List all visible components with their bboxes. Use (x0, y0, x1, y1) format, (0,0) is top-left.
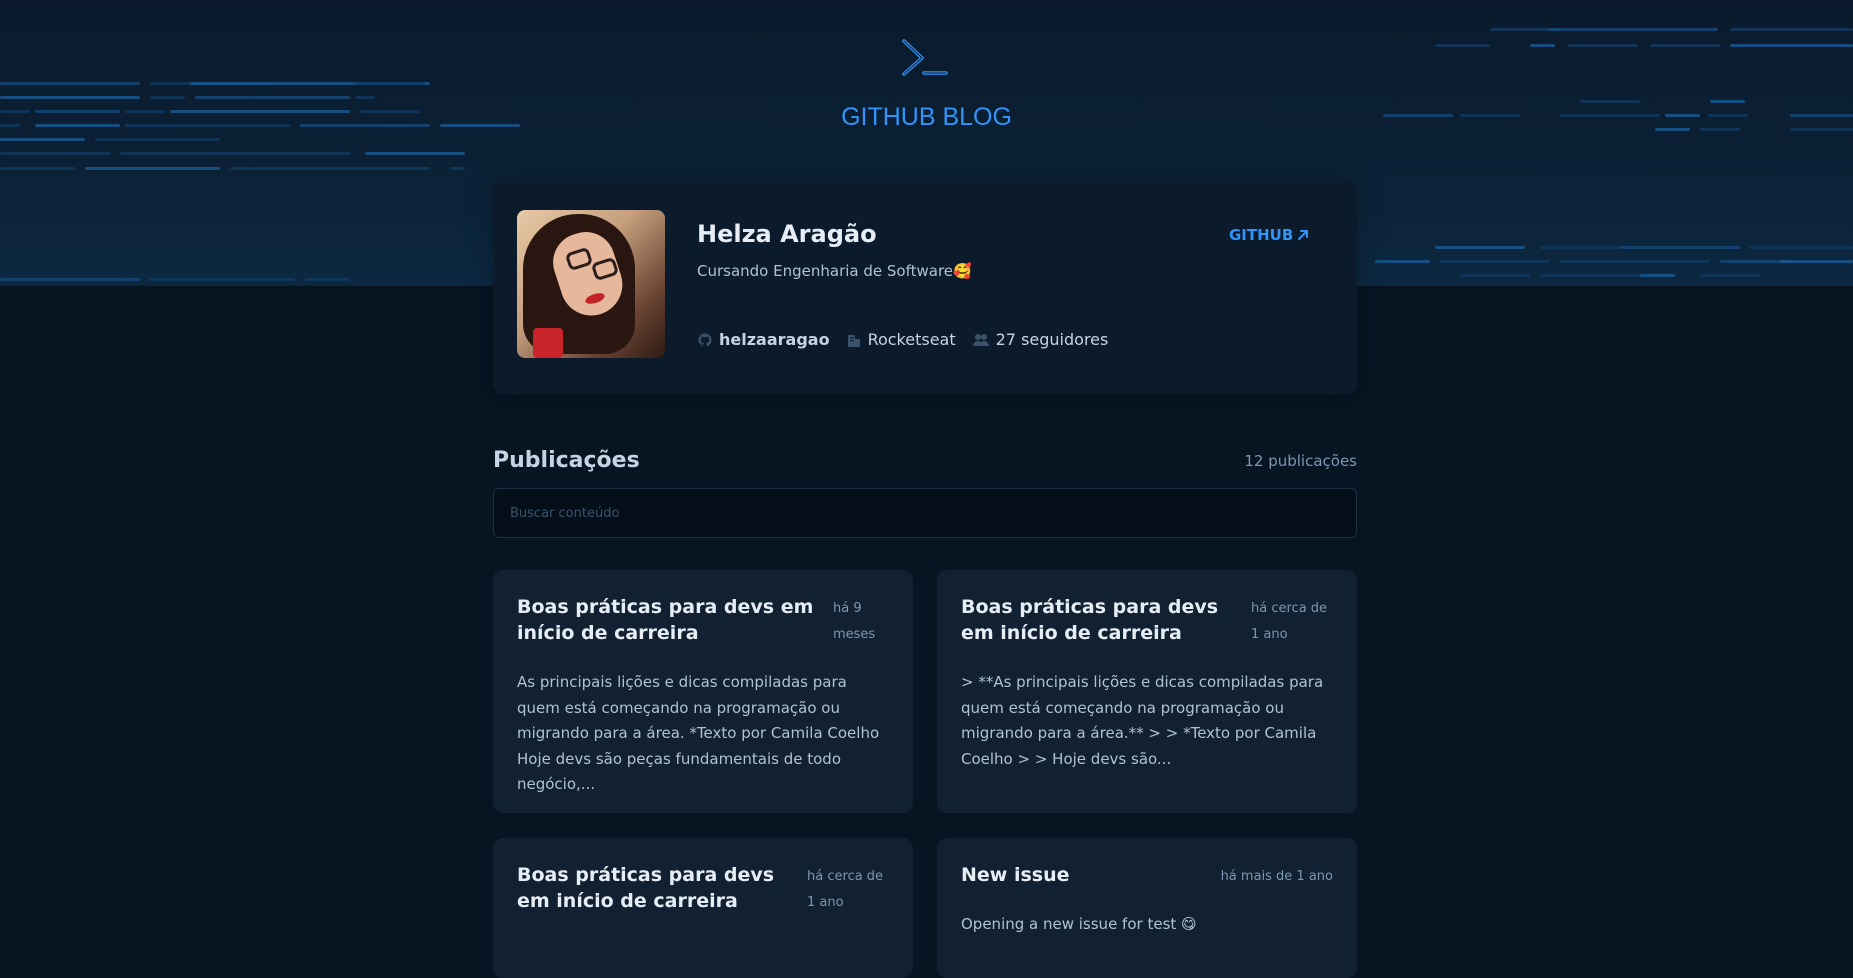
username: helzaaragao (719, 330, 830, 349)
profile-meta: helzaaragao Rocketseat 27 seguidores (697, 330, 1124, 349)
terminal-prompt-icon (902, 39, 948, 76)
post-title: New issue (961, 864, 1070, 886)
post-excerpt: > **As principais lições e dicas compila… (961, 673, 1324, 768)
header-streak (1568, 44, 1638, 47)
header-streak (1620, 246, 1740, 249)
search-input[interactable] (493, 488, 1357, 538)
header-streak (1440, 260, 1550, 263)
header-streak (0, 138, 85, 141)
header-streak (85, 167, 220, 170)
header-streak (1460, 274, 1530, 277)
header-streak (0, 96, 140, 99)
header-streak (1700, 274, 1760, 277)
post-card[interactable]: New issue há mais de 1 ano Opening a new… (937, 838, 1357, 978)
header-streak (1540, 246, 1620, 249)
header-streak (355, 82, 425, 85)
publications-title: Publicações (493, 448, 640, 473)
header-streak (1548, 28, 1718, 31)
header-streak (95, 138, 220, 141)
arrow-up-right-icon (1298, 230, 1309, 240)
header-streak (1650, 44, 1720, 47)
header-streak (1560, 260, 1710, 263)
header-streak (1375, 260, 1430, 263)
header-streak (365, 152, 465, 155)
username-item: helzaaragao (697, 330, 830, 349)
header-streak (355, 96, 375, 99)
profile-card: Helza Aragão GITHUB Cursando Engenharia … (493, 182, 1357, 394)
post-excerpt: As principais lições e dicas compiladas … (517, 673, 880, 793)
post-card[interactable]: Boas práticas para devs em início de car… (937, 570, 1357, 813)
avatar (517, 210, 665, 358)
followers-item: 27 seguidores (972, 330, 1109, 349)
company: Rocketseat (867, 330, 956, 349)
users-icon (972, 333, 989, 346)
github-link[interactable]: GITHUB (1229, 226, 1309, 244)
header-streak (1435, 44, 1490, 47)
post-title: Boas práticas para devs em início de car… (517, 596, 814, 644)
header-streak (1730, 44, 1853, 47)
company-item: Rocketseat (846, 330, 956, 349)
header-streak (1435, 246, 1525, 249)
post-title: Boas práticas para devs em início de car… (961, 596, 1219, 644)
header-streak (0, 167, 75, 170)
header-streak (1640, 274, 1675, 277)
post-time: há 9 meses (833, 601, 876, 642)
header-streak (150, 96, 185, 99)
site-title: GITHUB BLOG (841, 103, 1012, 131)
post-excerpt: Opening a new issue for test 😋 (961, 915, 1197, 933)
header-streak (0, 152, 110, 155)
header-streak (150, 278, 295, 281)
header-streak (1540, 274, 1640, 277)
header-streak (1530, 44, 1555, 47)
followers: 27 seguidores (995, 330, 1109, 349)
header-streak (305, 278, 350, 281)
header-streak (1730, 28, 1853, 31)
publications-count: 12 publicações (1244, 452, 1357, 470)
building-icon (847, 334, 860, 347)
header-streak (450, 167, 465, 170)
header-streak (1750, 246, 1853, 249)
header-streak (1780, 260, 1853, 263)
header-streak (230, 167, 430, 170)
post-card[interactable]: Boas práticas para devs em início de car… (493, 570, 913, 813)
header-streak (120, 152, 350, 155)
header-streak (0, 82, 140, 85)
post-time: há cerca de 1 ano (1251, 601, 1328, 642)
profile-bio: Cursando Engenharia de Software🥰 (697, 262, 972, 280)
header-streak (195, 96, 350, 99)
github-link-label: GITHUB (1229, 226, 1294, 244)
header-streak (0, 278, 140, 281)
profile-name: Helza Aragão (697, 220, 877, 248)
post-time: há mais de 1 ano (1220, 869, 1333, 884)
post-time: há cerca de 1 ano (807, 869, 884, 910)
post-card[interactable]: Boas práticas para devs em início de car… (493, 838, 913, 978)
github-icon (698, 333, 712, 346)
post-title: Boas práticas para devs em início de car… (517, 864, 775, 912)
